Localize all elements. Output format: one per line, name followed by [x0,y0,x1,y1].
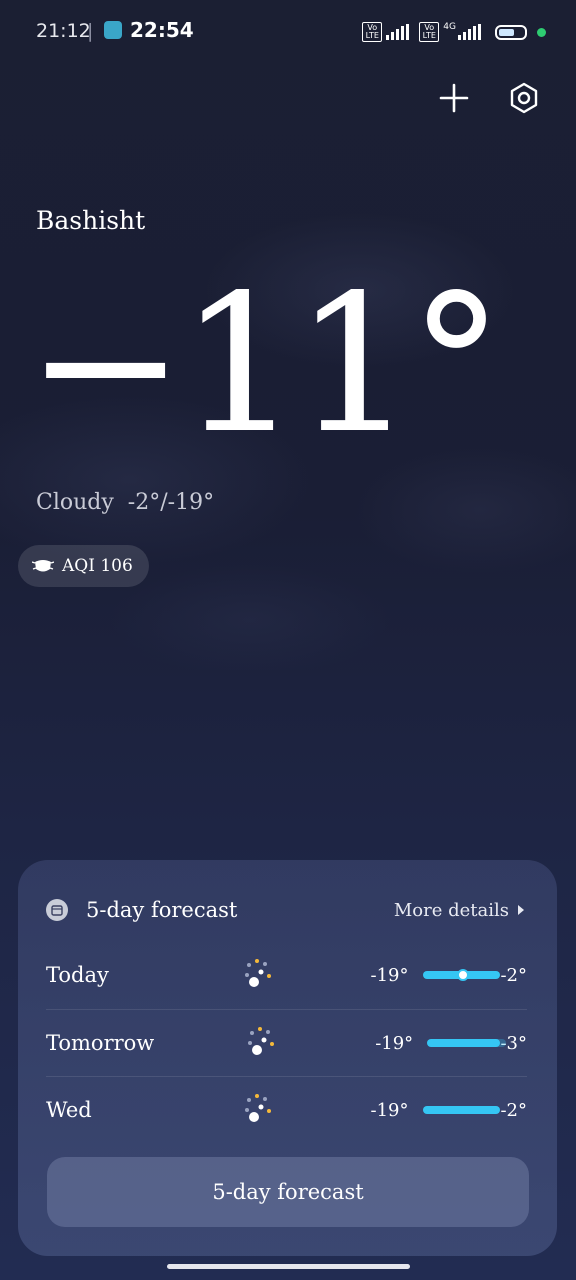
temp-range-bar [427,1039,501,1047]
network-type-label: 4G [443,22,456,32]
signal-icon [386,24,410,40]
city-name: Bashisht [36,206,146,235]
status-time-large: 22:54 [130,18,194,42]
five-day-forecast-button[interactable]: 5-day forecast [47,1157,529,1227]
home-indicator[interactable] [167,1264,410,1269]
forecast-day: Tomorrow [46,1031,155,1055]
calendar-icon [46,899,68,921]
forecast-high: -2° [500,1099,527,1121]
temp-range-bar [422,969,501,981]
privacy-dot-icon [537,27,546,37]
snow-night-icon [239,955,279,995]
status-separator: | [87,20,94,42]
aqi-label: AQI 106 [62,556,133,576]
status-time-small: 21:12 [36,20,91,42]
current-temp-marker [456,969,469,981]
signal-icon [458,24,481,40]
status-bar: 21:12 | 22:54 Vo LTE Vo LTE 4G [36,18,546,46]
snow-night-icon [239,1090,279,1130]
forecast-title: 5-day forecast [86,898,238,922]
temp-range: -2°/-19° [127,490,215,515]
volte-icon: Vo LTE [362,22,383,42]
more-details-link[interactable]: More details [394,900,525,921]
forecast-header: 5-day forecast More details [46,896,525,924]
more-details-label: More details [393,899,509,921]
forecast-high: -2° [500,964,527,986]
aqi-badge[interactable]: AQI 106 [18,545,149,587]
chevron-right-icon [518,905,524,915]
snow-night-icon [242,1023,282,1063]
forecast-day: Wed [46,1098,92,1122]
volte-icon: Vo LTE [419,22,440,42]
forecast-low: -19° [370,964,409,986]
forecast-row[interactable]: Today -19° -2° [46,942,527,1008]
settings-icon [510,82,538,114]
forecast-low: -19° [375,1032,414,1054]
condition-summary: Cloudy -2°/-19° [36,490,214,515]
add-city-button[interactable] [434,78,474,118]
forecast-row[interactable]: Tomorrow -19° -3° [46,1010,527,1076]
battery-icon [495,24,527,40]
temp-range-bar [422,1106,501,1114]
forecast-low: -19° [370,1099,409,1121]
current-temperature: −11° [26,254,504,475]
plus-icon [439,83,469,113]
condition-text: Cloudy [36,490,114,515]
status-icons: Vo LTE Vo LTE 4G [362,22,546,42]
forecast-card: 5-day forecast More details Today -19° -… [18,860,557,1256]
forecast-day: Today [46,963,109,987]
notification-app-icon [104,21,122,39]
forecast-row[interactable]: Wed -19° -2° [46,1077,527,1143]
forecast-high: -3° [500,1032,528,1054]
settings-button[interactable] [504,78,544,118]
mask-icon [32,560,54,572]
